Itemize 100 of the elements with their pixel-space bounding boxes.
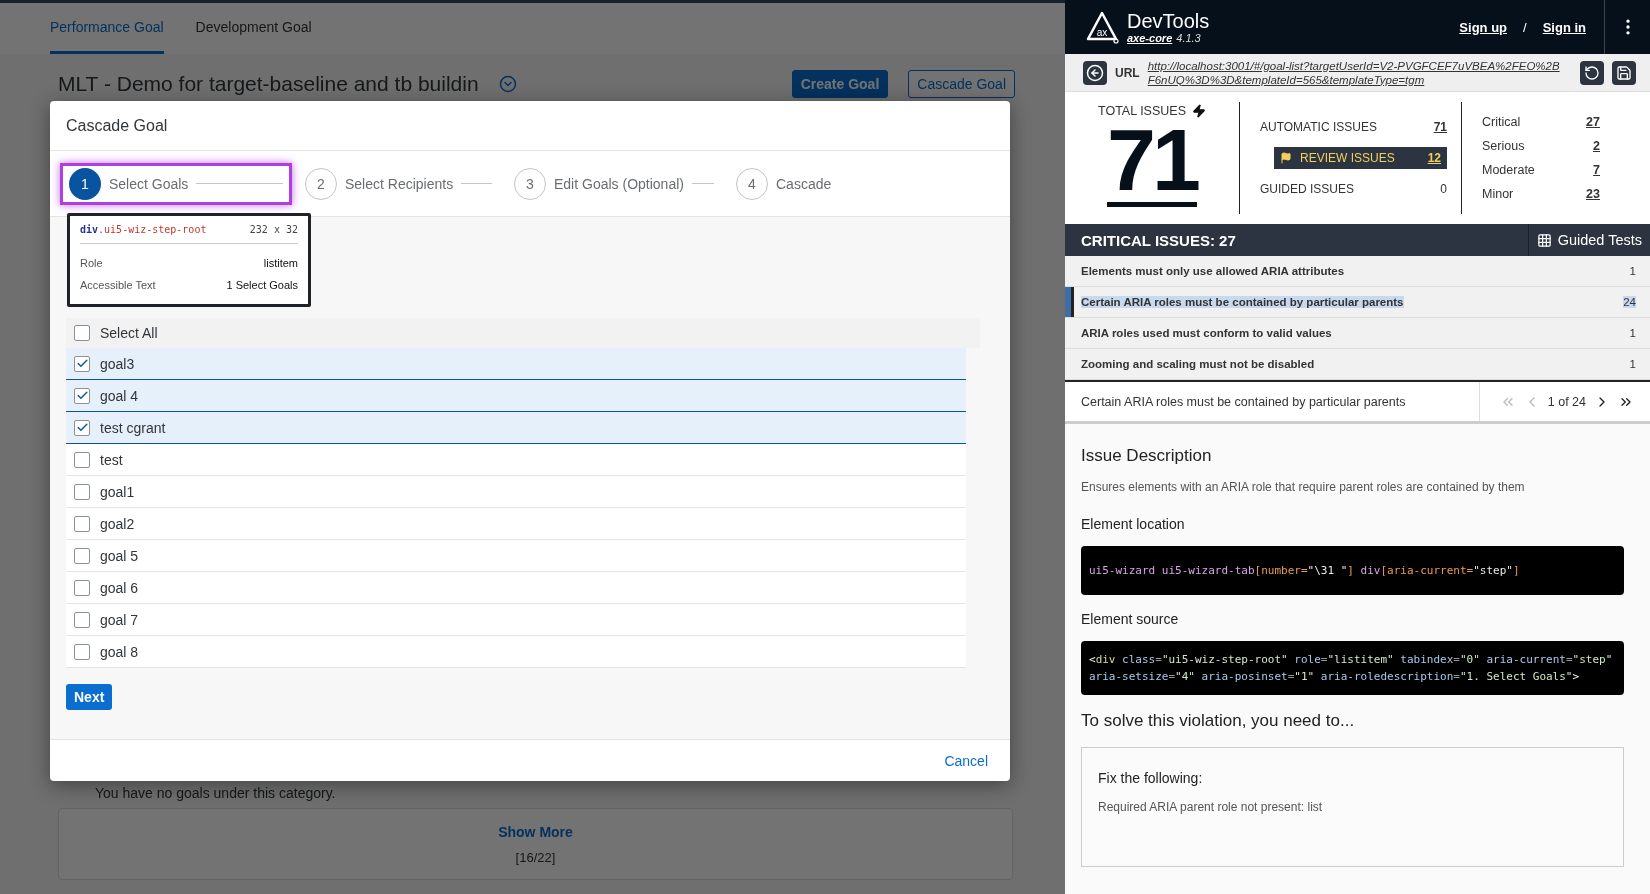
property-value: 1 Select Goals [226, 278, 298, 293]
wizard-step[interactable]: 2 Select Recipients [296, 162, 501, 205]
select-all-label: Select All [100, 325, 158, 341]
step-label[interactable]: Select Goals [109, 175, 189, 192]
sign-in-link[interactable]: Sign in [1542, 19, 1586, 35]
chevron-down-icon[interactable] [498, 75, 517, 93]
property-label: Accessible Text [80, 278, 156, 293]
item-count: [16/22] [515, 849, 556, 865]
step-label[interactable]: Edit Goals (Optional) [554, 175, 684, 192]
step-label[interactable]: Select Recipients [345, 175, 454, 192]
review-issues-row[interactable]: REVIEW ISSUES 12 [1274, 147, 1447, 169]
version-text: 4.1.3 [1176, 32, 1201, 44]
issue-title: Certain ARIA roles must be contained by particular parents [1081, 296, 1404, 308]
severity-count[interactable]: 23 [1586, 187, 1600, 201]
show-more-card[interactable]: Show More [16/22] [58, 808, 1013, 880]
issue-count: 24 [1623, 296, 1636, 308]
goal-row[interactable]: goal 7 [66, 604, 966, 636]
fix-item: Required ARIA parent role not present: list [1098, 800, 1324, 814]
severity-count[interactable]: 27 [1586, 115, 1600, 129]
issue-row[interactable]: Certain ARIA roles must be contained by particular parents 24 [1065, 287, 1650, 318]
url-link[interactable]: http://localhost:3001/#/goal-list?targetUserId=V2-PVGFCEF7uVBEA%2FEO%2BF6nUQ%3D%3D&templateId=565&templateType=tgm [1147, 58, 1564, 87]
goal-row[interactable]: goal2 [66, 508, 966, 540]
goal-row[interactable]: goal 5 [66, 540, 966, 572]
checkbox[interactable] [74, 515, 90, 532]
checkbox[interactable] [74, 643, 90, 660]
refresh-icon[interactable] [1580, 60, 1604, 85]
goal-row[interactable]: goal 8 [66, 636, 966, 668]
checkbox[interactable] [74, 483, 90, 500]
url-label: URL [1115, 65, 1140, 80]
engine-link[interactable]: axe-core [1127, 32, 1173, 44]
issue-title: Zooming and scaling must not be disabled [1081, 358, 1315, 370]
checkbox[interactable] [74, 325, 90, 341]
severity-count[interactable]: 7 [1593, 163, 1600, 177]
checkbox[interactable] [74, 611, 90, 628]
total-issues-count[interactable]: 71 [1107, 118, 1197, 207]
page-tab[interactable]: Development Goal [195, 3, 312, 54]
goal-label: goal1 [100, 483, 135, 500]
issue-type-count: 0 [1440, 182, 1447, 196]
goal-label: test [100, 451, 123, 468]
section-heading: Issue Description [1081, 446, 1213, 466]
checkbox[interactable] [74, 547, 90, 564]
step-number[interactable]: 1 [69, 167, 101, 200]
back-icon[interactable] [1083, 60, 1107, 85]
issue-title: ARIA roles used must conform to valid values [1081, 327, 1332, 339]
dialog-title: Cascade Goal [50, 101, 1010, 151]
total-issues-label: TOTAL ISSUES [1098, 104, 1186, 118]
step-number[interactable]: 2 [305, 167, 337, 200]
severity-count[interactable]: 2 [1593, 139, 1600, 153]
fix-title: Fix the following: [1098, 770, 1204, 786]
checkbox[interactable] [74, 387, 90, 404]
section-heading: Element location [1081, 516, 1186, 532]
step-number[interactable]: 3 [514, 167, 546, 200]
goal-label: goal2 [100, 515, 135, 532]
wizard-step[interactable]: 3 Edit Goals (Optional) [505, 162, 723, 205]
cancel-button[interactable]: Cancel [944, 752, 988, 769]
goal-label: goal3 [100, 355, 135, 372]
issue-row[interactable]: Elements must only use allowed ARIA attributes 1 [1065, 256, 1650, 287]
sign-up-link[interactable]: Sign up [1459, 19, 1508, 35]
issue-type-label: AUTOMATIC ISSUES [1260, 120, 1377, 134]
checkbox[interactable] [74, 355, 90, 372]
checkbox[interactable] [74, 451, 90, 468]
goal-label: goal 6 [100, 579, 139, 596]
severity-label: Moderate [1482, 163, 1535, 177]
goal-row[interactable]: goal 6 [66, 572, 966, 604]
issue-count: 1 [1629, 327, 1636, 339]
goal-row[interactable]: test [66, 444, 966, 476]
issue-row[interactable]: ARIA roles used must conform to valid values 1 [1065, 318, 1650, 349]
property-label: Role [80, 256, 103, 271]
issue-title: Elements must only use allowed ARIA attributes [1081, 265, 1345, 277]
issue-type-label: GUIDED ISSUES [1260, 182, 1355, 196]
goal-row[interactable]: goal3 [66, 348, 966, 380]
lightning-icon [1192, 104, 1206, 118]
issue-count: 1 [1629, 265, 1636, 277]
issue-count: 1 [1629, 358, 1636, 370]
wizard-step[interactable]: 1 Select Goals [60, 162, 292, 205]
checkbox[interactable] [74, 419, 90, 436]
goal-label: goal 4 [100, 387, 139, 404]
separator: / [1523, 19, 1527, 35]
property-value: listitem [263, 256, 298, 271]
save-icon[interactable] [1612, 60, 1636, 85]
next-button[interactable]: Next [66, 684, 113, 710]
app-title: DevTools [1127, 10, 1210, 32]
element-selector: div.ui5-wiz-step-root [80, 224, 207, 235]
goal-row[interactable]: goal 4 [66, 380, 966, 412]
issue-type-count[interactable]: 71 [1433, 120, 1447, 134]
goal-label: goal 7 [100, 611, 139, 628]
element-size: 232 x 32 [249, 224, 298, 235]
checkbox[interactable] [74, 579, 90, 596]
step-label[interactable]: Cascade [776, 175, 832, 192]
goal-row[interactable]: test cgrant [66, 412, 966, 444]
goal-row[interactable]: goal1 [66, 476, 966, 508]
issue-type-label: REVIEW ISSUES [1280, 151, 1395, 165]
step-number[interactable]: 4 [736, 167, 768, 200]
goal-label: goal 5 [100, 547, 139, 564]
issue-type-count[interactable]: 12 [1427, 151, 1441, 165]
section-heading: To solve this violation, you need to... [1081, 711, 1356, 731]
code-block: ui5-wizard ui5-wizard-tab[number="\31 "] div[aria-current="step"] [1081, 546, 1624, 595]
description-text: Ensures elements with an ARIA role that require parent roles are contained by them [1081, 480, 1526, 494]
grid-icon [1536, 232, 1552, 248]
issue-row[interactable]: Zooming and scaling must not be disabled 1 [1065, 349, 1650, 380]
